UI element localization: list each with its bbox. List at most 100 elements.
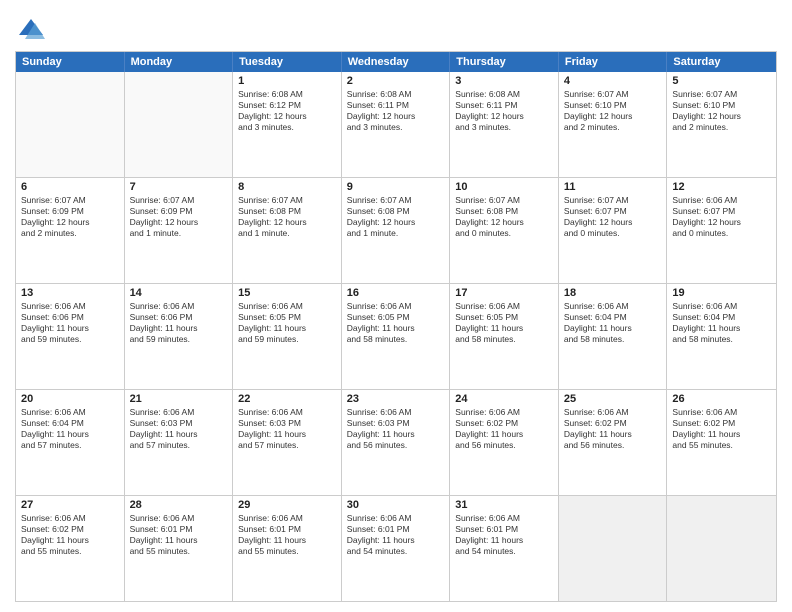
day-number: 30 [347, 499, 445, 511]
calendar-cell: 5Sunrise: 6:07 AM Sunset: 6:10 PM Daylig… [667, 72, 776, 177]
header-day-thursday: Thursday [450, 52, 559, 72]
calendar-cell: 14 Sunrise: 6:06 AM Sunset: 6:06 PM Dayli… [125, 284, 234, 389]
cell-info: Sunrise: 6:06 AM Sunset: 6:05 PM Dayligh… [238, 301, 336, 345]
cell-info: Sunrise: 6:07 AM Sunset: 6:08 PM Dayligh… [238, 195, 336, 239]
day-number: 31 [455, 499, 553, 511]
cell-info: Sunrise: 6:06 AM Sunset: 6:02 PM Dayligh… [455, 407, 553, 451]
day-number: 5 [672, 75, 771, 87]
day-number: 28 [130, 499, 228, 511]
day-number: 22 [238, 393, 336, 405]
cell-info: Sunrise: 6:06 AM Sunset: 6:06 PM Dayligh… [130, 301, 228, 345]
calendar-cell: 18Sunrise: 6:06 AM Sunset: 6:04 PM Dayli… [559, 284, 668, 389]
cell-info: Sunrise: 6:06 AM Sunset: 6:03 PM Dayligh… [130, 407, 228, 451]
page: SundayMondayTuesdayWednesdayThursdayFrid… [0, 0, 792, 612]
day-number: 23 [347, 393, 445, 405]
day-number: 26 [672, 393, 771, 405]
day-number: 10 [455, 181, 553, 193]
cell-info: Sunrise: 6:06 AM Sunset: 6:07 PM Dayligh… [672, 195, 771, 239]
cell-info: Sunrise: 6:06 AM Sunset: 6:05 PM Dayligh… [347, 301, 445, 345]
day-number: 3 [455, 75, 553, 87]
day-number: 18 [564, 287, 662, 299]
day-number: 27 [21, 499, 119, 511]
logo-icon [17, 15, 45, 43]
logo [15, 15, 45, 43]
cell-info: Sunrise: 6:06 AM Sunset: 6:03 PM Dayligh… [238, 407, 336, 451]
calendar-cell: 26 Sunrise: 6:06 AM Sunset: 6:02 PM Dayli… [667, 390, 776, 495]
calendar-cell: 19 Sunrise: 6:06 AM Sunset: 6:04 PM Dayli… [667, 284, 776, 389]
calendar-body: 1 Sunrise: 6:08 AM Sunset: 6:12 PM Daylig… [16, 72, 776, 601]
day-number: 8 [238, 181, 336, 193]
calendar-cell: 11Sunrise: 6:07 AM Sunset: 6:07 PM Dayli… [559, 178, 668, 283]
calendar-cell: 28 Sunrise: 6:06 AM Sunset: 6:01 PM Dayli… [125, 496, 234, 601]
day-number: 25 [564, 393, 662, 405]
day-number: 17 [455, 287, 553, 299]
cell-info: Sunrise: 6:06 AM Sunset: 6:04 PM Dayligh… [21, 407, 119, 451]
calendar-cell: 4Sunrise: 6:07 AM Sunset: 6:10 PM Daylig… [559, 72, 668, 177]
calendar-cell: 7 Sunrise: 6:07 AM Sunset: 6:09 PM Daylig… [125, 178, 234, 283]
calendar-cell: 24 Sunrise: 6:06 AM Sunset: 6:02 PM Dayli… [450, 390, 559, 495]
header-day-monday: Monday [125, 52, 234, 72]
calendar-cell: 10 Sunrise: 6:07 AM Sunset: 6:08 PM Dayli… [450, 178, 559, 283]
header-day-tuesday: Tuesday [233, 52, 342, 72]
cell-info: Sunrise: 6:06 AM Sunset: 6:06 PM Dayligh… [21, 301, 119, 345]
calendar-row-5: 27 Sunrise: 6:06 AM Sunset: 6:02 PM Dayli… [16, 495, 776, 601]
calendar-row-4: 20 Sunrise: 6:06 AM Sunset: 6:04 PM Dayli… [16, 389, 776, 495]
calendar-cell: 22 Sunrise: 6:06 AM Sunset: 6:03 PM Dayli… [233, 390, 342, 495]
cell-info: Sunrise: 6:06 AM Sunset: 6:02 PM Dayligh… [21, 513, 119, 557]
calendar-cell: 27 Sunrise: 6:06 AM Sunset: 6:02 PM Dayli… [16, 496, 125, 601]
cell-info: Sunrise: 6:06 AM Sunset: 6:03 PM Dayligh… [347, 407, 445, 451]
calendar-cell: 15 Sunrise: 6:06 AM Sunset: 6:05 PM Dayli… [233, 284, 342, 389]
header-day-friday: Friday [559, 52, 668, 72]
cell-info: Sunrise: 6:06 AM Sunset: 6:01 PM Dayligh… [455, 513, 553, 557]
calendar-row-1: 1 Sunrise: 6:08 AM Sunset: 6:12 PM Daylig… [16, 72, 776, 177]
cell-info: Sunrise: 6:06 AM Sunset: 6:01 PM Dayligh… [238, 513, 336, 557]
calendar-cell: 17 Sunrise: 6:06 AM Sunset: 6:05 PM Dayli… [450, 284, 559, 389]
header [15, 10, 777, 43]
calendar-cell [125, 72, 234, 177]
calendar-cell [667, 496, 776, 601]
cell-info: Sunrise: 6:07 AM Sunset: 6:08 PM Dayligh… [455, 195, 553, 239]
day-number: 9 [347, 181, 445, 193]
calendar-cell: 13 Sunrise: 6:06 AM Sunset: 6:06 PM Dayli… [16, 284, 125, 389]
cell-info: Sunrise: 6:06 AM Sunset: 6:02 PM Dayligh… [672, 407, 771, 451]
calendar-cell: 1 Sunrise: 6:08 AM Sunset: 6:12 PM Daylig… [233, 72, 342, 177]
calendar-cell: 29 Sunrise: 6:06 AM Sunset: 6:01 PM Dayli… [233, 496, 342, 601]
calendar-cell [16, 72, 125, 177]
cell-info: Sunrise: 6:06 AM Sunset: 6:01 PM Dayligh… [130, 513, 228, 557]
calendar-cell: 16 Sunrise: 6:06 AM Sunset: 6:05 PM Dayli… [342, 284, 451, 389]
calendar-cell: 31 Sunrise: 6:06 AM Sunset: 6:01 PM Dayli… [450, 496, 559, 601]
cell-info: Sunrise: 6:06 AM Sunset: 6:01 PM Dayligh… [347, 513, 445, 557]
day-number: 20 [21, 393, 119, 405]
cell-info: Sunrise: 6:07 AM Sunset: 6:08 PM Dayligh… [347, 195, 445, 239]
calendar-header: SundayMondayTuesdayWednesdayThursdayFrid… [16, 52, 776, 72]
day-number: 21 [130, 393, 228, 405]
calendar-cell: 12 Sunrise: 6:06 AM Sunset: 6:07 PM Dayli… [667, 178, 776, 283]
calendar-cell [559, 496, 668, 601]
cell-info: Sunrise: 6:07 AM Sunset: 6:09 PM Dayligh… [130, 195, 228, 239]
header-day-saturday: Saturday [667, 52, 776, 72]
day-number: 12 [672, 181, 771, 193]
calendar-cell: 23 Sunrise: 6:06 AM Sunset: 6:03 PM Dayli… [342, 390, 451, 495]
calendar-cell: 6Sunrise: 6:07 AM Sunset: 6:09 PM Daylig… [16, 178, 125, 283]
day-number: 1 [238, 75, 336, 87]
calendar-cell: 20 Sunrise: 6:06 AM Sunset: 6:04 PM Dayli… [16, 390, 125, 495]
day-number: 15 [238, 287, 336, 299]
day-number: 7 [130, 181, 228, 193]
calendar-cell: 30 Sunrise: 6:06 AM Sunset: 6:01 PM Dayli… [342, 496, 451, 601]
calendar-cell: 2Sunrise: 6:08 AM Sunset: 6:11 PM Daylig… [342, 72, 451, 177]
calendar: SundayMondayTuesdayWednesdayThursdayFrid… [15, 51, 777, 602]
calendar-cell: 9 Sunrise: 6:07 AM Sunset: 6:08 PM Daylig… [342, 178, 451, 283]
day-number: 14 [130, 287, 228, 299]
day-number: 16 [347, 287, 445, 299]
day-number: 24 [455, 393, 553, 405]
calendar-cell: 3Sunrise: 6:08 AM Sunset: 6:11 PM Daylig… [450, 72, 559, 177]
cell-info: Sunrise: 6:06 AM Sunset: 6:04 PM Dayligh… [672, 301, 771, 345]
cell-info: Sunrise: 6:06 AM Sunset: 6:05 PM Dayligh… [455, 301, 553, 345]
calendar-cell: 8 Sunrise: 6:07 AM Sunset: 6:08 PM Daylig… [233, 178, 342, 283]
day-number: 29 [238, 499, 336, 511]
day-number: 19 [672, 287, 771, 299]
calendar-cell: 21 Sunrise: 6:06 AM Sunset: 6:03 PM Dayli… [125, 390, 234, 495]
day-number: 13 [21, 287, 119, 299]
header-day-sunday: Sunday [16, 52, 125, 72]
cell-info: Sunrise: 6:08 AM Sunset: 6:12 PM Dayligh… [238, 89, 336, 133]
